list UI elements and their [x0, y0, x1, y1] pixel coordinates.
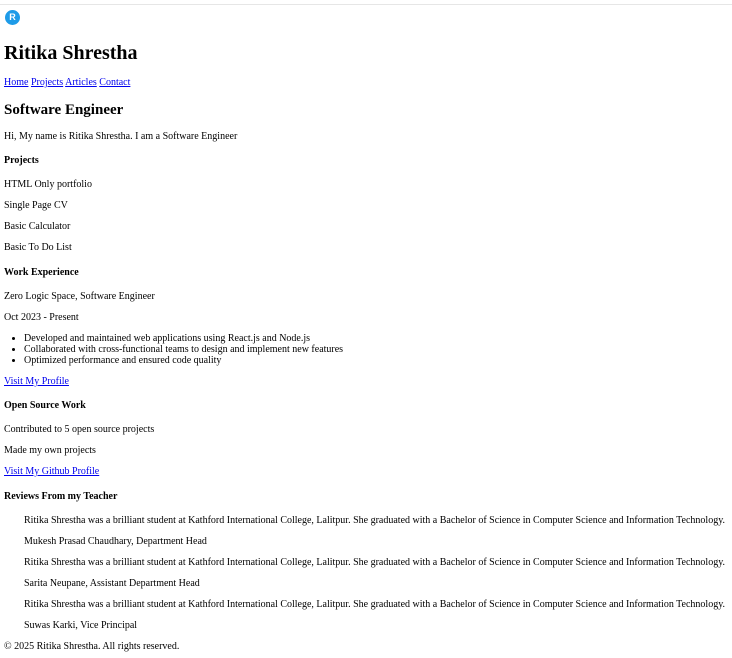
opensource-line: Made my own projects — [4, 445, 96, 456]
intro-text: Hi, My name is Ritika Shrestha. I am a S… — [4, 131, 238, 142]
work-bullet: Optimized performance and ensured code q… — [24, 355, 343, 366]
review-quote: Ritika Shrestha was a brilliant student … — [24, 515, 726, 526]
top-divider — [0, 4, 732, 5]
logo-icon: R — [5, 10, 20, 25]
job-title: Software Engineer — [4, 102, 124, 118]
review-author: Mukesh Prasad Chaudhary, Department Head — [24, 536, 207, 547]
nav-contact-link[interactable]: Contact — [99, 77, 130, 88]
nav-projects-link[interactable]: Projects — [31, 77, 63, 88]
work-period: Oct 2023 - Present — [4, 312, 79, 323]
review-author: Sarita Neupane, Assistant Department Hea… — [24, 578, 200, 589]
project-item: HTML Only portfolio — [4, 179, 92, 190]
review-author: Suwas Karki, Vice Principal — [24, 620, 138, 631]
footer-text: © 2025 Ritika Shrestha. All rights reser… — [4, 641, 180, 652]
work-bullet: Collaborated with cross-functional teams… — [24, 344, 343, 355]
project-item: Basic To Do List — [4, 242, 72, 253]
site-title: Ritika Shrestha — [4, 42, 138, 64]
review-quote: Ritika Shrestha was a brilliant student … — [24, 599, 726, 610]
work-bullet: Developed and maintained web application… — [24, 333, 343, 344]
projects-heading: Projects — [4, 155, 39, 166]
project-item: Single Page CV — [4, 200, 68, 211]
nav-home-link[interactable]: Home — [4, 77, 28, 88]
work-company: Zero Logic Space, Software Engineer — [4, 291, 155, 302]
nav-articles-link[interactable]: Articles — [65, 77, 97, 88]
opensource-line: Contributed to 5 open source projects — [4, 424, 155, 435]
review-quote: Ritika Shrestha was a brilliant student … — [24, 557, 726, 568]
work-bullets: Developed and maintained web application… — [4, 333, 343, 366]
github-profile-link[interactable]: Visit My Github Profile — [4, 466, 99, 478]
opensource-heading: Open Source Work — [4, 400, 86, 411]
reviews-heading: Reviews From my Teacher — [4, 491, 118, 502]
visit-profile-link[interactable]: Visit My Profile — [4, 376, 69, 388]
project-item: Basic Calculator — [4, 221, 71, 232]
main-nav: Home Projects Articles Contact — [4, 77, 130, 88]
work-heading: Work Experience — [4, 267, 79, 278]
